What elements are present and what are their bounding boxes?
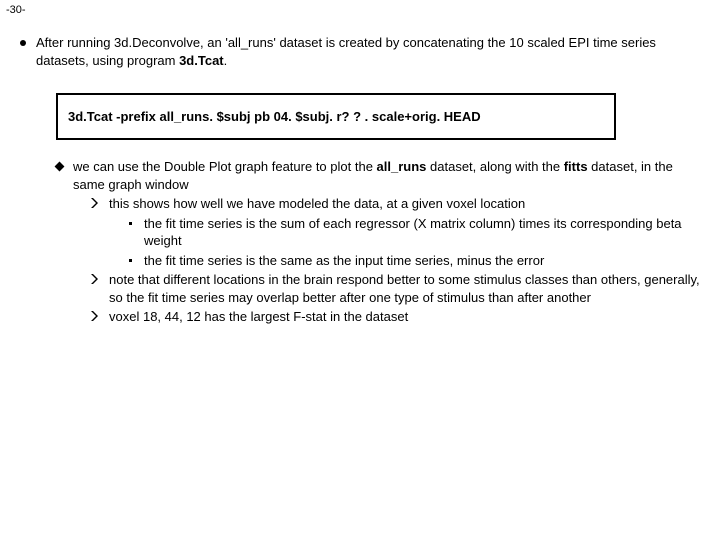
diamond-p1: we can use the Double Plot graph feature… — [73, 159, 377, 174]
chevron-text: voxel 18, 44, 12 has the largest F-stat … — [109, 308, 408, 326]
intro-pre: After running 3d.Deconvolve, an 'all_run… — [36, 35, 656, 68]
page-number: -30- — [0, 0, 720, 16]
bullet-disc-icon — [20, 40, 26, 46]
chevron-right-icon — [91, 311, 99, 321]
small-row: the fit time series is the sum of each r… — [129, 215, 700, 250]
small-list: the fit time series is the sum of each r… — [129, 215, 700, 270]
chevron-body: this shows how well we have modeled the … — [109, 195, 700, 269]
intro-text: After running 3d.Deconvolve, an 'all_run… — [36, 34, 700, 69]
diamond-text: we can use the Double Plot graph feature… — [73, 158, 700, 193]
chevron-right-icon — [91, 198, 99, 208]
small-row: the fit time series is the same as the i… — [129, 252, 700, 270]
diamond-p2: dataset, along with the — [426, 159, 563, 174]
diamond-b1: all_runs — [377, 159, 427, 174]
diamond-b2: fitts — [564, 159, 588, 174]
command-box-wrap: 3d.Tcat -prefix all_runs. $subj pb 04. $… — [56, 93, 700, 140]
small-bullet-icon — [129, 259, 132, 262]
intro-post: . — [224, 53, 228, 68]
small-bullet-icon — [129, 222, 132, 225]
chevron-right-icon — [91, 274, 99, 284]
small-text: the fit time series is the sum of each r… — [144, 215, 700, 250]
command-box: 3d.Tcat -prefix all_runs. $subj pb 04. $… — [56, 93, 616, 140]
diamond-body: we can use the Double Plot graph feature… — [73, 158, 700, 326]
chevron-list: this shows how well we have modeled the … — [91, 195, 700, 326]
chevron-row: voxel 18, 44, 12 has the largest F-stat … — [91, 308, 700, 326]
sub-list: we can use the Double Plot graph feature… — [56, 158, 700, 326]
intro-program: 3d.Tcat — [179, 53, 224, 68]
chevron-row: this shows how well we have modeled the … — [91, 195, 700, 269]
chevron-text: this shows how well we have modeled the … — [109, 195, 700, 213]
page-content: After running 3d.Deconvolve, an 'all_run… — [0, 16, 720, 326]
chevron-text: note that different locations in the bra… — [109, 271, 700, 306]
diamond-row: we can use the Double Plot graph feature… — [56, 158, 700, 326]
intro-row: After running 3d.Deconvolve, an 'all_run… — [20, 34, 700, 69]
small-text: the fit time series is the same as the i… — [144, 252, 544, 270]
diamond-bullet-icon — [55, 162, 65, 172]
chevron-row: note that different locations in the bra… — [91, 271, 700, 306]
